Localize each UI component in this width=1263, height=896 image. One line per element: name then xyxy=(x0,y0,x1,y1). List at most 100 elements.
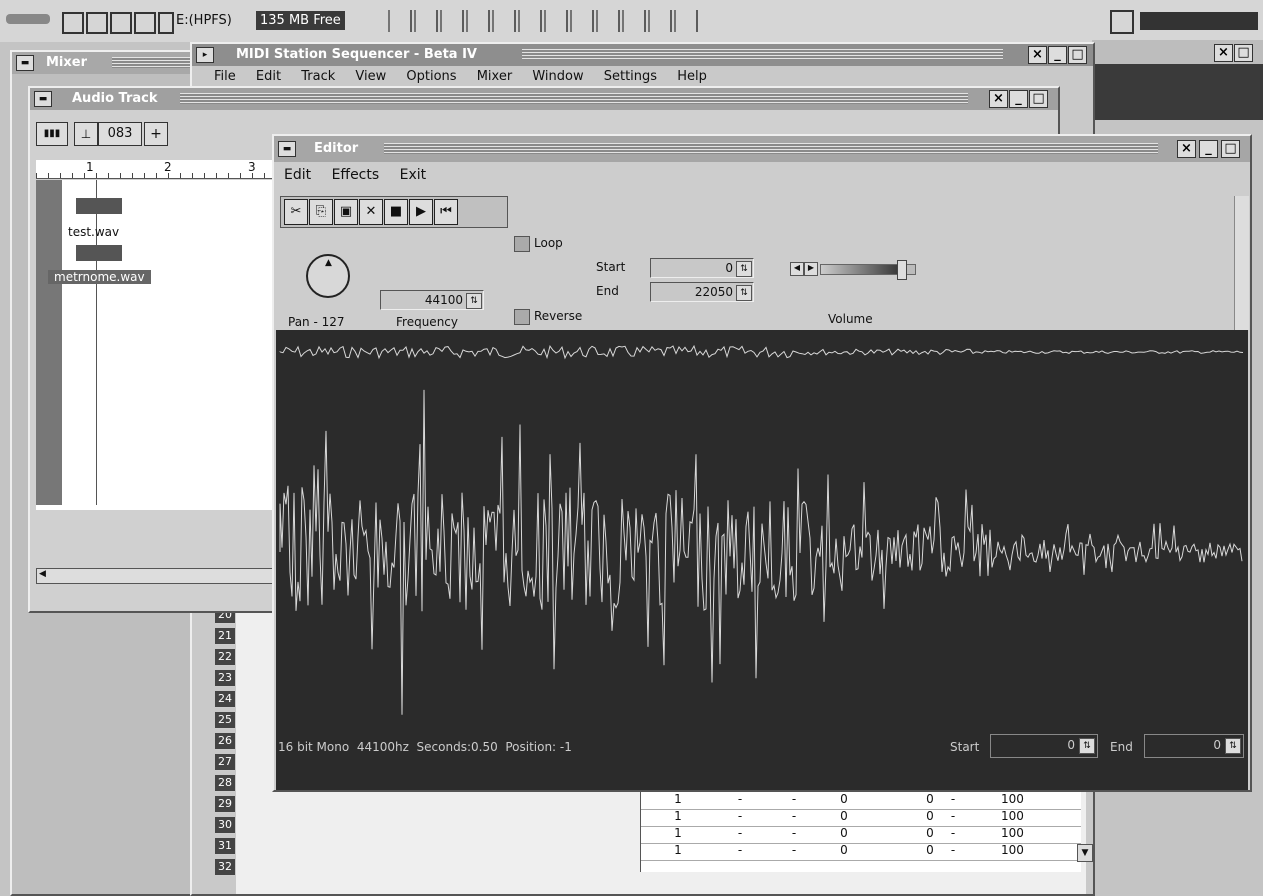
waveform-display[interactable] xyxy=(276,330,1248,750)
table-cell[interactable]: - xyxy=(733,826,747,841)
table-cell[interactable]: 1 xyxy=(671,792,685,807)
delete-icon[interactable]: ✕ xyxy=(359,199,383,225)
sequencer-menu-window[interactable]: Window xyxy=(532,69,583,84)
row-number[interactable]: 29 xyxy=(215,796,235,813)
table-cell[interactable]: 1 xyxy=(671,826,685,841)
scroll-left-icon[interactable]: ◀ xyxy=(39,569,46,579)
crosshair-icon[interactable]: + xyxy=(144,122,168,146)
editor-menu-exit[interactable]: Exit xyxy=(400,167,427,183)
start-field[interactable]: 0 ⇅ xyxy=(650,258,754,278)
audio-track-maximize-button[interactable]: □ xyxy=(1029,90,1048,108)
audio-track-close-button[interactable]: × xyxy=(989,90,1008,108)
table-row[interactable]: 1 - - 0 0 - 100 xyxy=(641,843,1081,861)
row-number[interactable]: 25 xyxy=(215,712,235,729)
volume-thumb[interactable] xyxy=(896,260,907,280)
pen-icon[interactable] xyxy=(110,12,132,34)
sequencer-minimize-button[interactable]: _ xyxy=(1048,46,1067,64)
footer-end-spinner[interactable]: ⇅ xyxy=(1225,738,1241,754)
clip-block[interactable] xyxy=(76,198,122,214)
clip-label[interactable]: test.wav xyxy=(68,225,119,239)
table-cell[interactable]: 100 xyxy=(1001,809,1031,824)
right-window-close-button[interactable]: × xyxy=(1214,44,1233,62)
end-spinner[interactable]: ⇅ xyxy=(736,285,752,301)
pan-knob[interactable]: ▲ xyxy=(306,254,350,298)
table-cell[interactable]: 100 xyxy=(1001,792,1031,807)
table-row[interactable]: 1 - - 0 0 - 100 xyxy=(641,826,1081,844)
table-cell[interactable]: - xyxy=(946,809,960,824)
sequencer-menu-help[interactable]: Help xyxy=(677,69,707,84)
table-cell[interactable]: - xyxy=(787,843,801,858)
row-number[interactable]: 24 xyxy=(215,691,235,708)
row-number[interactable]: 30 xyxy=(215,817,235,834)
stop-icon[interactable]: ■ xyxy=(384,199,408,225)
editor-minimize-button[interactable]: _ xyxy=(1199,140,1218,158)
sequencer-close-button[interactable]: × xyxy=(1028,46,1047,64)
right-window-maximize-button[interactable]: □ xyxy=(1234,44,1253,62)
sequencer-menu-edit[interactable]: Edit xyxy=(256,69,281,84)
editor-menu-effects[interactable]: Effects xyxy=(332,167,380,183)
row-number[interactable]: 26 xyxy=(215,733,235,750)
table-cell[interactable]: - xyxy=(733,809,747,824)
waveform-button-icon[interactable]: ▮▮▮ xyxy=(36,122,68,146)
volume-scroll-right-icon[interactable]: ▶ xyxy=(804,262,818,276)
volume-slider[interactable]: ◀ ▶ xyxy=(790,260,916,280)
end-field[interactable]: 22050 ⇅ xyxy=(650,282,754,302)
sequencer-menu-view[interactable]: View xyxy=(355,69,386,84)
os-logo-icon[interactable] xyxy=(6,14,50,24)
row-number[interactable]: 28 xyxy=(215,775,235,792)
row-number[interactable]: 32 xyxy=(215,859,235,876)
volume-track[interactable] xyxy=(820,260,916,280)
table-cell[interactable]: - xyxy=(787,809,801,824)
editor-system-menu-icon[interactable]: ▬ xyxy=(278,141,296,157)
sequencer-maximize-button[interactable]: □ xyxy=(1068,46,1087,64)
sequencer-menu-options[interactable]: Options xyxy=(406,69,456,84)
table-cell[interactable]: 0 xyxy=(837,843,851,858)
rewind-icon[interactable]: ⏮ xyxy=(434,199,458,225)
table-cell[interactable]: 1 xyxy=(671,843,685,858)
window-list-icon[interactable] xyxy=(62,12,84,34)
table-cell[interactable]: 0 xyxy=(923,826,937,841)
table-row[interactable]: 1 - - 0 0 - 100 xyxy=(641,809,1081,827)
table-cell[interactable]: 0 xyxy=(837,826,851,841)
table-cell[interactable]: 0 xyxy=(923,809,937,824)
editor-close-button[interactable]: × xyxy=(1177,140,1196,158)
table-cell[interactable]: - xyxy=(733,792,747,807)
volume-scroll-left-icon[interactable]: ◀ xyxy=(790,262,804,276)
cut-icon[interactable]: ✂ xyxy=(284,199,308,225)
table-cell[interactable]: 0 xyxy=(837,792,851,807)
table-cell[interactable]: 100 xyxy=(1001,826,1031,841)
footer-start-spinner[interactable]: ⇅ xyxy=(1079,738,1095,754)
clip-label[interactable]: metrnome.wav xyxy=(48,270,151,284)
play-icon[interactable]: ▶ xyxy=(409,199,433,225)
reverse-checkbox[interactable] xyxy=(514,309,530,325)
table-cell[interactable]: - xyxy=(946,792,960,807)
grid-icon[interactable] xyxy=(134,12,156,34)
timeline-ruler[interactable]: 1 2 3 xyxy=(36,160,276,179)
editor-menu-edit[interactable]: Edit xyxy=(284,167,311,183)
sequencer-menu-mixer[interactable]: Mixer xyxy=(477,69,512,84)
table-cell[interactable]: - xyxy=(946,843,960,858)
row-number[interactable]: 27 xyxy=(215,754,235,771)
table-cell[interactable]: - xyxy=(946,826,960,841)
copy-icon[interactable]: ⎘ xyxy=(309,199,333,225)
footer-start-field[interactable]: 0 ⇅ xyxy=(990,734,1098,758)
footer-end-field[interactable]: 0 ⇅ xyxy=(1144,734,1244,758)
row-number[interactable]: 22 xyxy=(215,649,235,666)
horizontal-scrollbar[interactable]: ◀ xyxy=(36,568,278,584)
table-cell[interactable]: - xyxy=(733,843,747,858)
lock-icon[interactable] xyxy=(86,12,108,34)
mixer-system-menu-icon[interactable]: ▬ xyxy=(16,55,34,71)
audio-track-minimize-button[interactable]: _ xyxy=(1009,90,1028,108)
table-cell[interactable]: 0 xyxy=(837,809,851,824)
table-cell[interactable]: - xyxy=(787,792,801,807)
meter-icon[interactable]: ⊥ xyxy=(74,122,98,146)
table-cell[interactable]: 1 xyxy=(671,809,685,824)
row-number[interactable]: 21 xyxy=(215,628,235,645)
clip-block[interactable] xyxy=(76,245,122,261)
table-cell[interactable]: 0 xyxy=(923,792,937,807)
row-number[interactable]: 23 xyxy=(215,670,235,687)
frequency-spinner[interactable]: ⇅ xyxy=(466,293,482,309)
table-cell[interactable]: 100 xyxy=(1001,843,1031,858)
sequencer-menu-settings[interactable]: Settings xyxy=(604,69,657,84)
editor-vertical-scrollbar[interactable] xyxy=(1234,196,1249,330)
